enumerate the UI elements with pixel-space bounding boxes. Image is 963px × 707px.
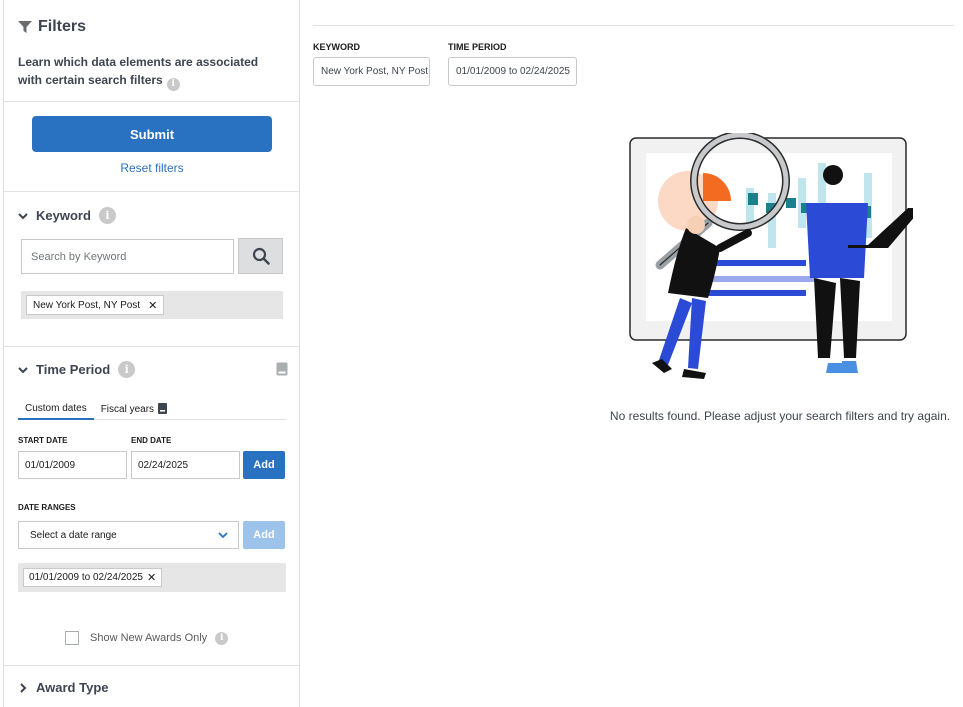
time-period-tabs: Custom dates Fiscal years <box>18 399 286 420</box>
start-date-label: START DATE <box>18 436 68 445</box>
tab-fiscal-years-label: Fiscal years <box>100 404 155 415</box>
filters-description: Learn which data elements are associated… <box>18 53 280 91</box>
search-icon <box>252 247 270 265</box>
new-awards-option[interactable]: Show New Awards Only i <box>65 631 229 645</box>
date-chip: 01/01/2009 to 02/24/2025 ✕ <box>23 568 163 587</box>
keyword-search-input[interactable] <box>21 239 234 274</box>
filter-funnel-icon <box>18 21 32 33</box>
date-range-select-value: Select a date range <box>30 529 117 541</box>
date-range-select[interactable]: Select a date range <box>18 521 239 549</box>
date-chip-label: 01/01/2009 to 02/24/2025 <box>29 572 143 583</box>
date-chip-area: 01/01/2009 to 02/24/2025 ✕ <box>18 563 286 592</box>
tab-custom-dates-label: Custom dates <box>25 403 87 414</box>
time-period-pill-value: 01/01/2009 to 02/24/2025 <box>456 66 570 77</box>
submit-button[interactable]: Submit <box>32 116 272 152</box>
submit-section: Submit Reset filters <box>4 102 300 192</box>
award-type-section: Award Type <box>4 666 300 707</box>
start-date-input[interactable] <box>18 451 127 479</box>
keyword-pill[interactable]: New York Post, NY Post <box>313 57 430 86</box>
info-icon[interactable]: i <box>118 361 136 378</box>
time-period-pill[interactable]: 01/01/2009 to 02/24/2025 <box>448 57 577 86</box>
close-icon[interactable]: ✕ <box>148 299 157 312</box>
keyword-search-button[interactable] <box>238 238 283 274</box>
end-date-label: END DATE <box>131 436 172 445</box>
time-period-section: Time Period i Custom dates Fiscal years … <box>4 347 300 666</box>
date-ranges-label: DATE RANGES <box>18 503 76 512</box>
time-period-title: Time Period <box>36 362 111 377</box>
chevron-down-icon <box>218 530 228 543</box>
add-date-range-button[interactable]: Add <box>243 521 285 549</box>
keyword-title: Keyword <box>36 208 91 223</box>
tab-custom-dates[interactable]: Custom dates <box>18 399 94 420</box>
book-icon[interactable] <box>276 362 288 381</box>
new-awards-label: Show New Awards Only <box>90 632 208 644</box>
keyword-chip: New York Post, NY Post ✕ <box>26 295 165 315</box>
award-type-title: Award Type <box>36 680 109 695</box>
chevron-down-icon <box>18 211 30 221</box>
tab-fiscal-years[interactable]: Fiscal years <box>94 399 174 420</box>
book-icon <box>158 402 168 417</box>
filters-header: Filters Learn which data elements are as… <box>4 0 300 102</box>
info-icon[interactable]: i <box>215 631 229 645</box>
reset-filters-link[interactable]: Reset filters <box>4 161 300 175</box>
filters-description-text: Learn which data elements are associated… <box>18 55 259 87</box>
keyword-header[interactable]: Keyword i <box>18 207 116 224</box>
filters-title: Filters <box>18 18 86 36</box>
no-results-illustration <box>629 133 913 379</box>
award-type-header[interactable]: Award Type <box>18 680 108 695</box>
time-period-header[interactable]: Time Period i <box>18 361 136 378</box>
top-divider <box>313 25 954 26</box>
info-icon[interactable]: i <box>166 77 180 91</box>
filters-title-text: Filters <box>38 18 87 35</box>
new-awards-checkbox[interactable] <box>65 631 79 645</box>
no-results-message: No results found. Please adjust your sea… <box>609 409 951 423</box>
info-icon[interactable]: i <box>98 207 116 224</box>
filters-sidebar: Filters Learn which data elements are as… <box>3 0 300 707</box>
keyword-pill-value: New York Post, NY Post <box>321 66 429 77</box>
time-period-pill-label: TIME PERIOD <box>448 42 507 52</box>
close-icon[interactable]: ✕ <box>147 571 156 584</box>
keyword-pill-label: KEYWORD <box>313 42 360 52</box>
chevron-down-icon <box>18 365 30 375</box>
keyword-section: Keyword i New York Post, NY Post ✕ <box>4 192 300 347</box>
keyword-chip-area: New York Post, NY Post ✕ <box>21 291 283 319</box>
add-date-button[interactable]: Add <box>243 451 285 479</box>
end-date-input[interactable] <box>131 451 240 479</box>
keyword-chip-label: New York Post, NY Post <box>33 299 141 311</box>
chevron-right-icon <box>18 682 30 693</box>
